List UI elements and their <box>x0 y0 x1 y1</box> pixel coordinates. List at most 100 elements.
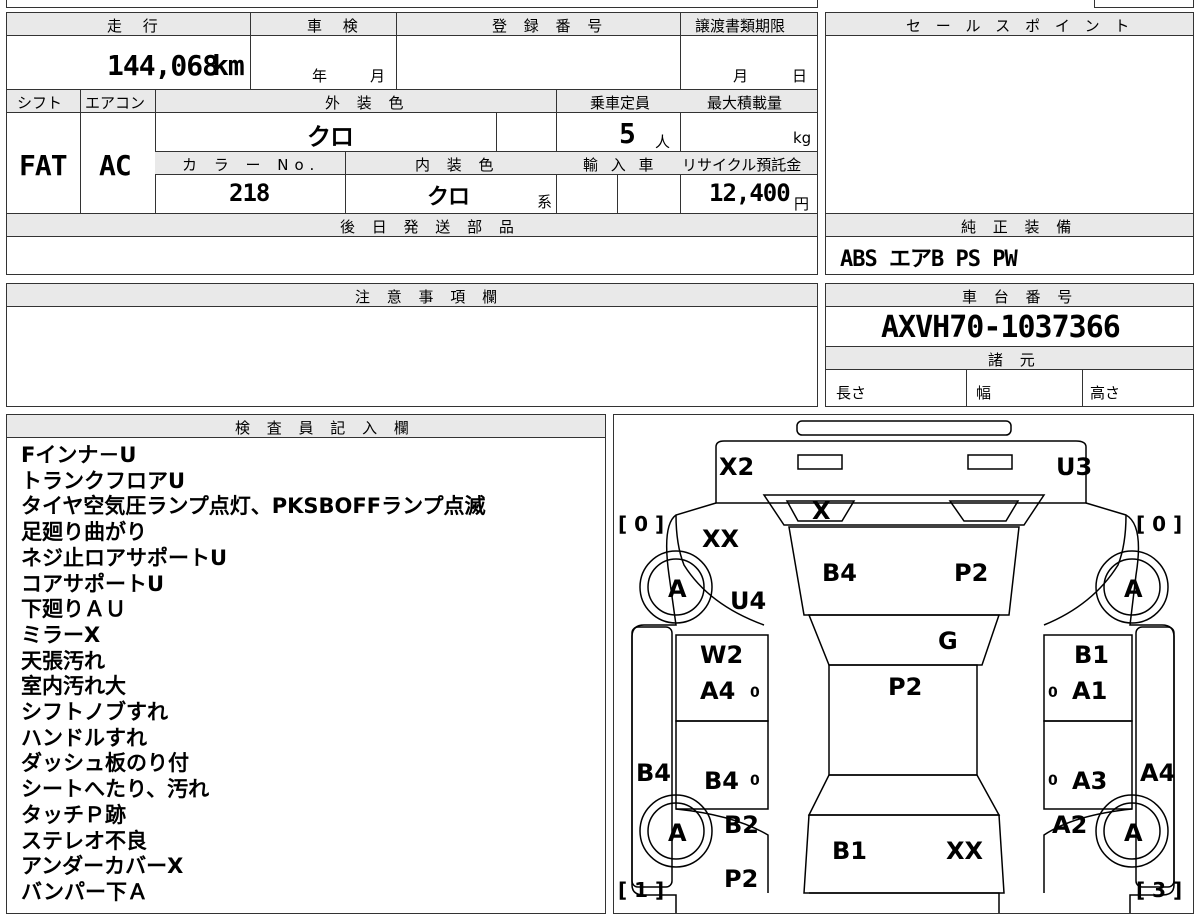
zero-mark: 0 <box>1048 773 1058 789</box>
registration-label: 登 録 番 号 <box>492 17 609 35</box>
sales-point-box: セ ー ル ス ポ イ ン ト 純 正 装 備 ABS エアB PS PW <box>825 12 1194 275</box>
front-door-right <box>1043 720 1133 810</box>
note-line: タッチＰ跡 <box>21 802 126 827</box>
transfer-day: 日 <box>792 67 808 85</box>
body-outline <box>631 502 1175 913</box>
inspection-label: 車 検 <box>307 17 366 35</box>
zero-mark: 0 <box>750 773 760 789</box>
capacity-unit: 人 <box>655 133 671 151</box>
note-line: 天張汚れ <box>21 648 105 673</box>
mark-front-door-right: A3 <box>1072 767 1107 795</box>
note-line: 足廻り曲がり <box>21 520 147 545</box>
mark-right-a1: A1 <box>1072 677 1107 705</box>
chassis-value: AXVH70-1037366 <box>881 310 1121 345</box>
inspector-notes-box: 検 査 員 記 入 欄 Fインナ－U トランクフロアU タイヤ空気圧ランプ点灯、… <box>6 414 606 914</box>
color-no-label: カ ラ ー No. <box>182 156 321 174</box>
mileage-unit: km <box>212 49 245 82</box>
rear-spoiler-outline <box>796 420 1012 436</box>
mark-bumper-p2: P2 <box>724 865 758 893</box>
sill-left <box>631 626 673 888</box>
car-diagram-box: X2 U3 X XX B4 P2 A A U4 G W2 B1 A4 A1 P2… <box>613 414 1194 914</box>
inspector-label: 検 査 員 記 入 欄 <box>235 419 415 437</box>
shift-label: シフト <box>17 94 63 112</box>
top-strip-fragment <box>6 0 818 8</box>
note-line: ステレオ不良 <box>21 828 147 853</box>
mark-tire-fl: A <box>668 819 687 847</box>
rear-lamp-right <box>967 454 1013 470</box>
note-line: 下廻りＡＵ <box>21 597 126 622</box>
height-label: 高さ <box>1090 384 1121 402</box>
transfer-deadline-label: 譲渡書類期限 <box>695 17 786 35</box>
transfer-month: 月 <box>733 67 749 85</box>
car-diagram: X2 U3 X XX B4 P2 A A U4 G W2 B1 A4 A1 P2… <box>618 420 1182 913</box>
chassis-box: 車 台 番 号 AXVH70-1037366 諸 元 長さ 幅 高さ <box>825 283 1194 407</box>
note-line: ハンドルすれ <box>21 725 147 750</box>
max-load-label: 最大積載量 <box>707 94 783 112</box>
color-no-value: 218 <box>229 179 270 207</box>
recycle-unit: 円 <box>794 195 810 213</box>
mark-roof-p2: P2 <box>888 673 922 701</box>
mark-sill-left: B4 <box>636 759 671 787</box>
inspection-month: 月 <box>370 67 386 85</box>
mark-tire-rl: A <box>668 575 687 603</box>
note-line: シートへたり、汚れ <box>21 777 210 802</box>
interior-color-label: 内 装 色 <box>415 156 500 174</box>
mark-rear-left: X2 <box>719 453 754 481</box>
recycle-label: リサイクル預託金 <box>682 156 802 174</box>
tire-rl-bracket: [ 0 ] <box>618 512 664 536</box>
mileage-value: 144,068 <box>107 49 219 82</box>
mark-left-a4: A4 <box>700 677 735 705</box>
mark-tire-fr: A <box>1124 819 1143 847</box>
note-line: ミラーX <box>21 622 101 647</box>
equipment-value: ABS エアB PS PW <box>840 247 1018 272</box>
mark-fender-right: A2 <box>1052 811 1087 839</box>
tire-fr-bracket: [ 3 ] <box>1136 878 1182 902</box>
max-load-unit: kg <box>793 129 812 147</box>
length-label: 長さ <box>836 384 867 402</box>
tire-fl-bracket: [ 1 ] <box>618 878 664 902</box>
zero-mark: 0 <box>750 685 760 701</box>
inspection-year: 年 <box>312 67 328 85</box>
mark-rear-glass: X <box>812 497 831 525</box>
note-line: タイヤ空気圧ランプ点灯、PKSBOFFランプ点滅 <box>21 494 486 519</box>
equipment-label: 純 正 装 備 <box>961 218 1078 236</box>
recycle-value: 12,400 <box>709 179 791 207</box>
ac-value: AC <box>99 149 132 182</box>
rear-bumper-outline <box>715 440 1087 504</box>
vehicle-info-table: 走 行 車 検 登 録 番 号 譲渡書類期限 144,068 km 年 月 月 … <box>6 12 818 275</box>
front-door-left <box>675 720 769 810</box>
caution-box: 注 意 事 項 欄 <box>6 283 818 407</box>
rear-lamp-left <box>797 454 843 470</box>
mark-trunk-p2: P2 <box>954 559 988 587</box>
mark-sill-right: A4 <box>1140 759 1175 787</box>
zero-mark: 0 <box>1048 685 1058 701</box>
mark-fender-left: B2 <box>724 811 759 839</box>
mark-roof-g: G <box>938 627 958 655</box>
inspector-notes-list: Fインナ－U トランクフロアU タイヤ空気圧ランプ点灯、PKSBOFFランプ点滅… <box>21 443 485 906</box>
later-parts-label: 後 日 発 送 部 品 <box>340 218 520 236</box>
note-line: コアサポートU <box>21 571 165 596</box>
front-bumper-outline <box>809 892 1000 913</box>
mileage-label: 走 行 <box>107 17 166 35</box>
mark-rear-door-right: B1 <box>1074 641 1109 669</box>
tire-rr-bracket: [ 0 ] <box>1136 512 1182 536</box>
note-line: トランクフロアU <box>21 468 186 493</box>
ac-label: エアコン <box>85 94 146 112</box>
exterior-color-label: 外 装 色 <box>325 94 410 112</box>
interior-color-suffix: 系 <box>537 193 553 211</box>
caution-label: 注 意 事 項 欄 <box>355 288 504 306</box>
exterior-color-value: クロ <box>307 123 354 151</box>
import-label: 輸 入 車 <box>583 156 658 174</box>
mark-quarter-left: U4 <box>730 587 766 615</box>
width-label: 幅 <box>976 384 992 402</box>
interior-color-value: クロ <box>427 185 470 210</box>
note-line: 室内汚れ大 <box>21 674 126 699</box>
mark-trunk-b4: B4 <box>822 559 857 587</box>
shift-value: FAT <box>19 149 68 182</box>
note-line: ネジ止ロアサポートU <box>21 545 228 570</box>
mark-front-door-left: B4 <box>704 767 739 795</box>
note-line: アンダーカバーX <box>21 854 184 879</box>
capacity-label: 乗車定員 <box>590 94 651 112</box>
sales-point-label: セ ー ル ス ポ イ ン ト <box>906 17 1135 35</box>
mark-tire-rr: A <box>1124 575 1143 603</box>
